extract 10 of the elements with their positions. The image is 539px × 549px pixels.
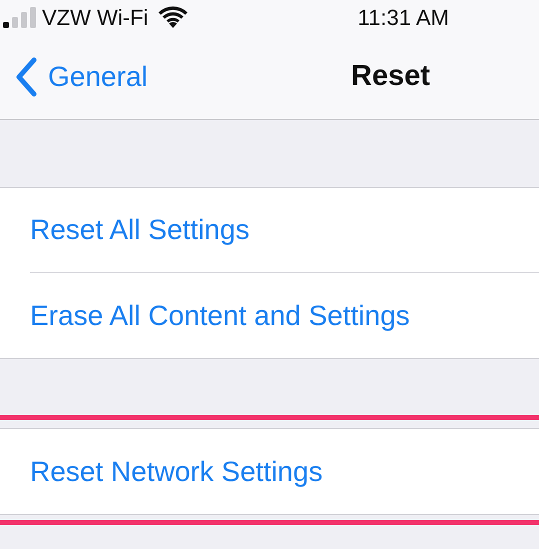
time-label: 11:31 AM: [358, 4, 449, 32]
signal-bars-icon: [2, 6, 36, 28]
page-title: Reset: [351, 58, 430, 94]
settings-row[interactable]: Reset Network Settings: [30, 429, 539, 514]
chevron-left-icon: [14, 56, 38, 98]
back-button[interactable]: General: [14, 56, 148, 98]
carrier-label: VZW Wi-Fi: [42, 4, 148, 32]
settings-row[interactable]: Erase All Content and Settings: [30, 273, 539, 358]
wifi-icon: [158, 6, 188, 28]
settings-row[interactable]: Reset All Settings: [30, 188, 539, 273]
